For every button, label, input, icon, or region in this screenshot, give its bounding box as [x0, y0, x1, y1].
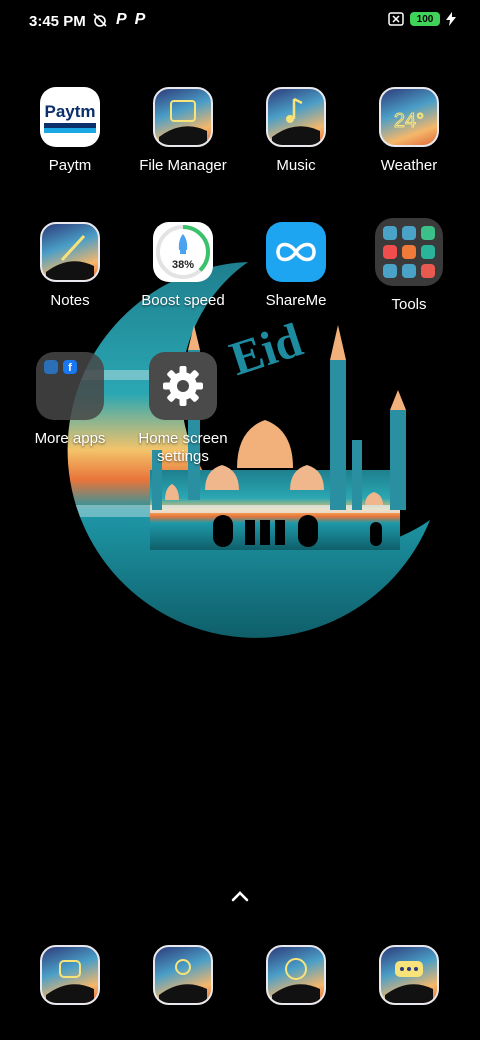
- phone-icon: [40, 945, 100, 1005]
- app-music[interactable]: Music: [241, 87, 351, 175]
- app-label-tools: Tools: [391, 296, 427, 313]
- gear-icon: [149, 352, 217, 420]
- dock-browser[interactable]: [241, 945, 351, 1005]
- tools-folder-icon: [375, 218, 443, 286]
- browser-icon: [266, 945, 326, 1005]
- app-label-shareme: ShareMe: [265, 292, 327, 309]
- paytm-icon: Paytm: [40, 87, 100, 147]
- notes-icon: [40, 222, 100, 282]
- app-paytm[interactable]: Paytm Paytm: [15, 87, 125, 175]
- sim-off-icon: [388, 12, 404, 26]
- p-app-icon: P: [134, 11, 146, 28]
- rocket-icon: 38%: [153, 222, 213, 282]
- charging-icon: [446, 12, 456, 26]
- alarm-off-icon: [93, 13, 107, 27]
- svg-text:24°: 24°: [394, 110, 424, 132]
- folder-more-apps[interactable]: f More apps: [15, 352, 125, 448]
- weather-icon: 24°: [379, 87, 439, 147]
- app-label-notes: Notes: [50, 292, 90, 309]
- app-label-paytm: Paytm: [48, 157, 92, 174]
- app-boost-speed[interactable]: 38% Boost speed: [128, 222, 238, 310]
- svg-text:f: f: [68, 362, 72, 374]
- music-note-icon: [266, 87, 326, 147]
- status-bar: 3:45 PM P P 100: [0, 0, 480, 44]
- dock-phone[interactable]: [15, 945, 125, 1005]
- dock-camera[interactable]: [128, 945, 238, 1005]
- app-label-more-apps: More apps: [34, 430, 106, 447]
- app-label-weather: Weather: [380, 157, 438, 174]
- more-apps-folder-icon: f: [36, 352, 104, 420]
- app-home-screen-settings[interactable]: Home screen settings: [128, 352, 238, 466]
- app-notes[interactable]: Notes: [15, 222, 125, 310]
- infinity-icon: [266, 222, 326, 282]
- folder-tools[interactable]: Tools: [354, 218, 464, 314]
- svg-text:38%: 38%: [172, 259, 194, 271]
- chevron-up-icon[interactable]: [228, 884, 252, 908]
- p-app-icon: P: [116, 11, 127, 28]
- svg-text:Paytm: Paytm: [44, 102, 95, 121]
- app-file-manager[interactable]: File Manager: [128, 87, 238, 175]
- app-label-home-screen-settings: Home screen settings: [138, 430, 228, 465]
- folder-icon: [153, 87, 213, 147]
- app-weather[interactable]: 24° Weather: [354, 87, 464, 175]
- app-label-file-manager: File Manager: [139, 157, 227, 174]
- camera-icon: [153, 945, 213, 1005]
- app-label-music: Music: [276, 157, 316, 174]
- messaging-icon: [379, 945, 439, 1005]
- app-label-boost-speed: Boost speed: [141, 292, 225, 309]
- status-time: 3:45 PM: [29, 13, 86, 30]
- app-shareme[interactable]: ShareMe: [241, 222, 351, 310]
- battery-icon: 100: [410, 12, 440, 26]
- dock-messaging[interactable]: [354, 945, 464, 1005]
